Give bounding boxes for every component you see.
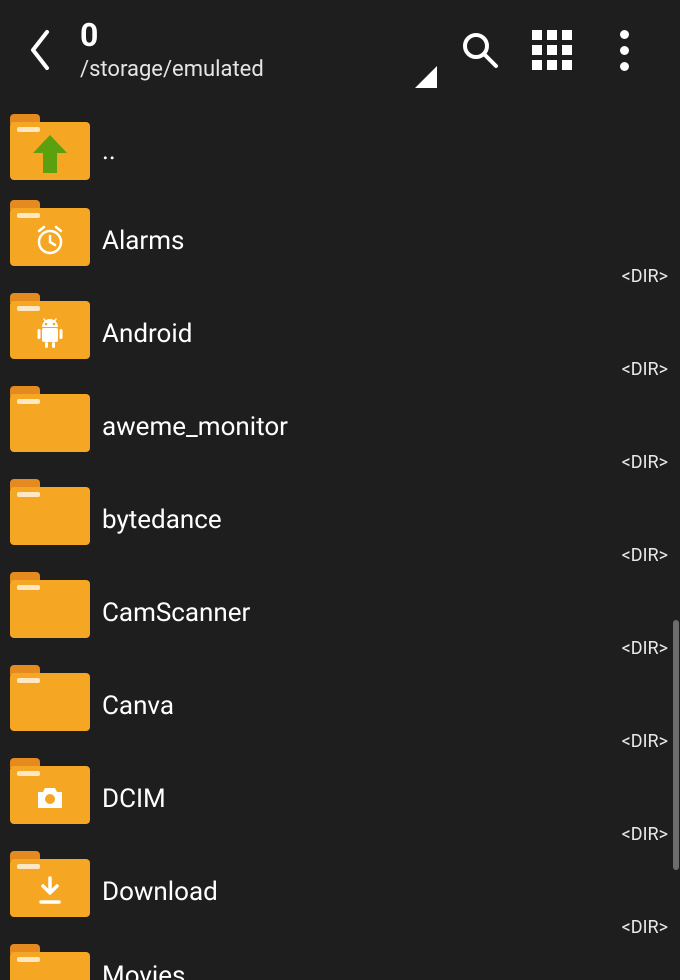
full-path: /storage/emulated xyxy=(80,57,404,82)
chevron-left-icon xyxy=(27,28,53,72)
dir-tag: <DIR> xyxy=(622,452,668,473)
list-item[interactable]: Movies xyxy=(0,940,680,980)
list-item[interactable]: Canva <DIR> xyxy=(0,661,680,754)
item-name: Canva xyxy=(102,691,174,721)
dir-tag: <DIR> xyxy=(622,824,668,845)
list-item[interactable]: aweme_monitor <DIR> xyxy=(0,382,680,475)
download-icon xyxy=(37,876,63,906)
item-name: Download xyxy=(102,877,218,907)
item-name: Android xyxy=(102,319,192,349)
file-list: .. Alarms <DIR> xyxy=(0,100,680,980)
folder-icon xyxy=(10,665,90,731)
current-directory: 0 xyxy=(80,19,404,51)
item-name: Alarms xyxy=(102,226,184,256)
folder-icon xyxy=(10,851,90,917)
back-button[interactable] xyxy=(10,0,70,100)
grid-icon xyxy=(532,30,572,70)
list-item[interactable]: CamScanner <DIR> xyxy=(0,568,680,661)
triangle-up-left-icon xyxy=(413,64,439,90)
search-icon xyxy=(460,30,500,70)
camera-icon xyxy=(35,786,65,810)
list-item[interactable]: Download <DIR> xyxy=(0,847,680,940)
item-name: aweme_monitor xyxy=(102,412,288,442)
more-vert-icon xyxy=(620,30,629,71)
folder-icon xyxy=(10,479,90,545)
folder-icon xyxy=(10,944,90,980)
dir-tag: <DIR> xyxy=(622,266,668,287)
folder-icon xyxy=(10,200,90,266)
item-name: CamScanner xyxy=(102,598,250,628)
dir-tag: <DIR> xyxy=(622,545,668,566)
app-header: 0 /storage/emulated xyxy=(0,0,680,100)
alarm-clock-icon xyxy=(34,224,66,256)
folder-icon xyxy=(10,114,90,180)
grid-view-button[interactable] xyxy=(516,0,588,100)
dir-tag: <DIR> xyxy=(622,731,668,752)
arrow-up-icon xyxy=(31,133,69,175)
folder-icon xyxy=(10,386,90,452)
item-name: DCIM xyxy=(102,784,166,814)
dir-tag: <DIR> xyxy=(622,638,668,659)
list-item[interactable]: bytedance <DIR> xyxy=(0,475,680,568)
scrollbar[interactable] xyxy=(673,620,679,870)
dir-tag: <DIR> xyxy=(622,359,668,380)
search-button[interactable] xyxy=(444,0,516,100)
item-name: bytedance xyxy=(102,505,222,535)
path-dropdown[interactable] xyxy=(404,0,444,100)
folder-icon xyxy=(10,758,90,824)
more-button[interactable] xyxy=(588,0,660,100)
list-item[interactable]: DCIM <DIR> xyxy=(0,754,680,847)
folder-icon xyxy=(10,293,90,359)
list-item-parent[interactable]: .. xyxy=(0,100,680,196)
list-item[interactable]: Android <DIR> xyxy=(0,289,680,382)
android-icon xyxy=(35,317,65,349)
list-item[interactable]: Alarms <DIR> xyxy=(0,196,680,289)
dir-tag: <DIR> xyxy=(622,917,668,938)
folder-icon xyxy=(10,572,90,638)
item-name: .. xyxy=(102,136,116,166)
item-name: Movies xyxy=(102,961,185,980)
path-block[interactable]: 0 /storage/emulated xyxy=(70,19,404,82)
